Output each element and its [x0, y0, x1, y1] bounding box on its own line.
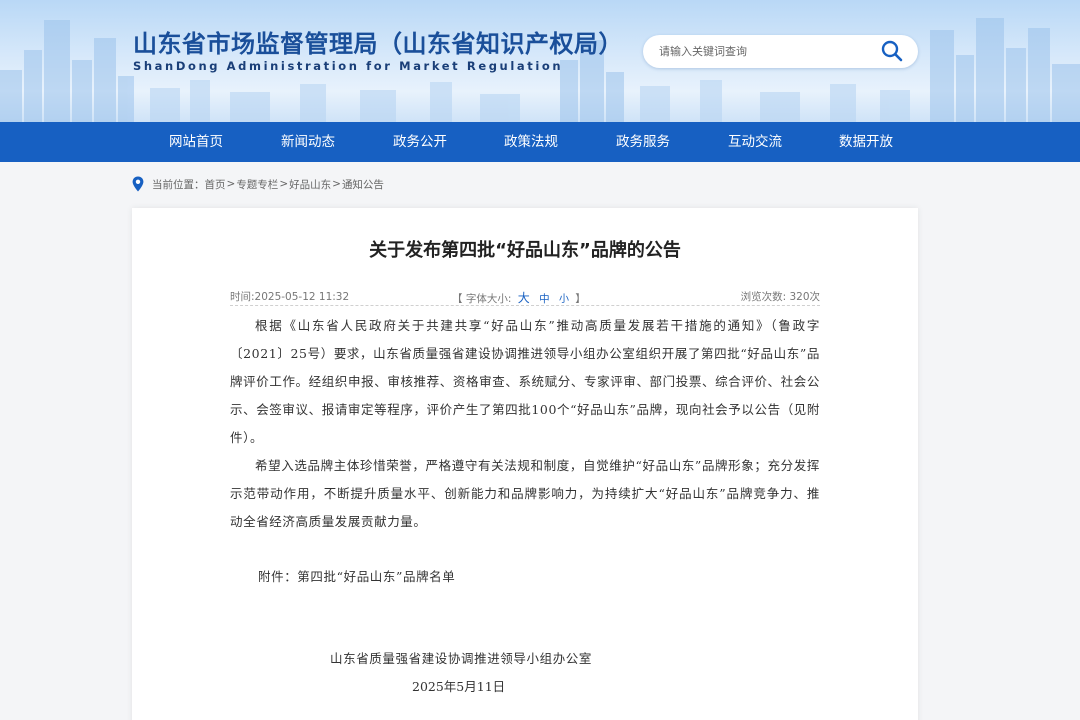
- nav-item-open-data[interactable]: 数据开放: [816, 122, 916, 162]
- font-size-label-close: 】: [575, 293, 586, 305]
- breadcrumb-notices[interactable]: 通知公告: [342, 177, 384, 192]
- site-title[interactable]: 山东省市场监督管理局（山东省知识产权局）: [133, 24, 623, 59]
- signature-date: 2025年5月11日: [412, 679, 506, 694]
- article-meta: 时间:2025-05-12 11:32 【 字体大小: 大 中 小 】 浏览次数…: [230, 280, 820, 306]
- nav-item-news[interactable]: 新闻动态: [258, 122, 358, 162]
- signature-organization: 山东省质量强省建设协调推进领导小组办公室: [330, 651, 593, 666]
- search-icon[interactable]: [880, 39, 904, 63]
- breadcrumb-good-shandong[interactable]: 好品山东: [289, 177, 331, 192]
- breadcrumb-prefix: 当前位置：: [152, 178, 205, 191]
- search-box: [643, 35, 918, 68]
- site-subtitle: ShanDong Administration for Market Regul…: [133, 59, 564, 73]
- breadcrumb-topics[interactable]: 专题专栏: [236, 177, 278, 192]
- nav-item-home[interactable]: 网站首页: [146, 122, 246, 162]
- article-body: 根据《山东省人民政府关于共建共享“好品山东”推动高质量发展若干措施的通知》（鲁政…: [230, 312, 820, 536]
- font-size-medium-button[interactable]: 中: [539, 293, 550, 305]
- breadcrumb-home[interactable]: 首页: [205, 177, 226, 192]
- article-paragraph: 根据《山东省人民政府关于共建共享“好品山东”推动高质量发展若干措施的通知》（鲁政…: [230, 318, 820, 445]
- breadcrumb-separator: >: [332, 178, 341, 190]
- nav-item-policies[interactable]: 政策法规: [481, 122, 581, 162]
- view-count: 浏览次数: 320次: [740, 291, 820, 303]
- location-pin-icon: [132, 176, 144, 192]
- breadcrumb-separator: >: [279, 178, 289, 190]
- attachment-link[interactable]: 附件：第四批“好品山东”品牌名单: [258, 566, 455, 585]
- main-nav: 网站首页 新闻动态 政务公开 政策法规 政务服务 互动交流 数据开放: [0, 122, 1080, 162]
- breadcrumb: 当前位置： 首页 > 专题专栏 > 好品山东 > 通知公告: [132, 175, 384, 193]
- font-size-label: 【 字体大小:: [452, 293, 512, 305]
- site-header: 山东省市场监督管理局（山东省知识产权局） ShanDong Administra…: [0, 0, 1080, 122]
- publish-time: 时间:2025-05-12 11:32: [230, 291, 350, 303]
- search-input[interactable]: [659, 35, 874, 68]
- nav-item-interaction[interactable]: 互动交流: [705, 122, 805, 162]
- article-title: 关于发布第四批“好品山东”品牌的公告: [369, 240, 681, 261]
- nav-item-services[interactable]: 政务服务: [593, 122, 693, 162]
- article-panel: 关于发布第四批“好品山东”品牌的公告 时间:2025-05-12 11:32 【…: [132, 208, 918, 720]
- font-size-small-button[interactable]: 小: [559, 294, 569, 305]
- breadcrumb-separator: >: [226, 178, 236, 190]
- article-paragraph: 希望入选品牌主体珍惜荣誉，严格遵守有关法规和制度，自觉维护“好品山东”品牌形象；…: [230, 458, 820, 529]
- font-size-switcher: 【 字体大小: 大 中 小 】: [452, 289, 586, 306]
- font-size-large-button[interactable]: 大: [518, 291, 530, 305]
- nav-item-gov-affairs[interactable]: 政务公开: [370, 122, 470, 162]
